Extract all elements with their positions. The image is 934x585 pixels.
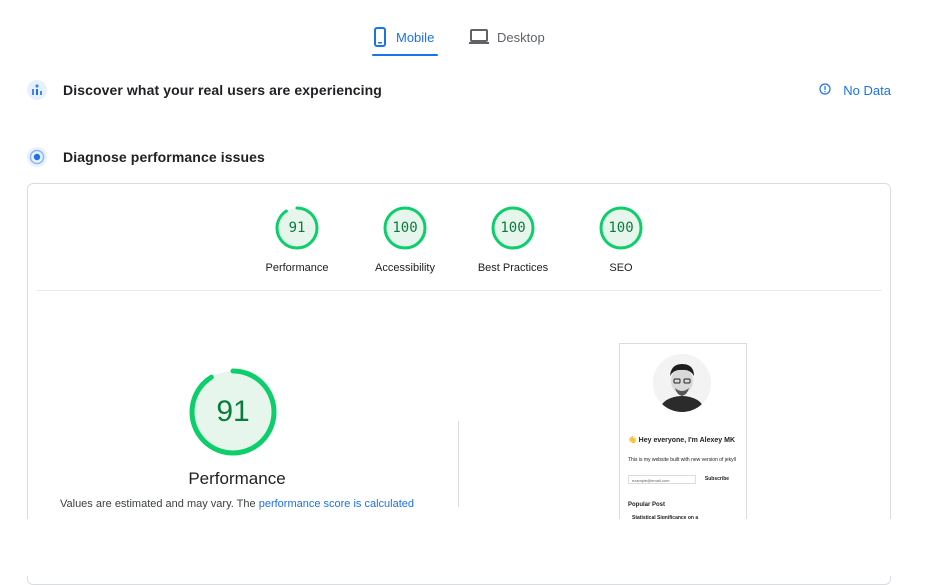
performance-big-score: 91 [216, 395, 250, 428]
preview-popular-heading: Popular Post [628, 502, 666, 508]
gauge-accessibility[interactable]: 100 Accessibility [360, 206, 450, 274]
seo-label: SEO [609, 262, 633, 274]
gauge-seo[interactable]: 100 SEO [576, 206, 666, 274]
gauges-divider [36, 290, 882, 291]
preview-heading: 👋 Hey everyone, I'm Alexey MK [628, 437, 735, 444]
target-icon [27, 147, 47, 167]
performance-ring: 91 [275, 206, 319, 250]
preview-email-input: example@email.com [628, 475, 696, 484]
gauge-best-practices[interactable]: 100 Best Practices [468, 206, 558, 274]
page-screenshot-preview: 👋 Hey everyone, I'm Alexey MK This is my… [619, 343, 747, 545]
preview-subscribe-button: Subscribe [704, 476, 730, 482]
tab-mobile[interactable]: Mobile [372, 18, 438, 56]
no-data-label: No Data [843, 83, 891, 98]
performance-score: 91 [288, 220, 306, 236]
info-icon [819, 83, 831, 98]
score-note: Values are estimated and may vary. The p… [28, 498, 446, 510]
diagnose-title: Diagnose performance issues [63, 149, 265, 165]
accessibility-score: 100 [392, 220, 418, 236]
no-data-link[interactable]: No Data [819, 83, 891, 98]
performance-big-label: Performance [188, 469, 286, 488]
tab-mobile-label: Mobile [396, 29, 435, 45]
phone-icon [372, 27, 388, 47]
tab-desktop[interactable]: Desktop [469, 18, 551, 56]
best-practices-label: Best Practices [477, 262, 549, 274]
vertical-separator [458, 421, 459, 507]
viewport-bottom [0, 519, 934, 576]
score-note-text: Values are estimated and may vary. The [59, 498, 259, 510]
diagnose-header: Diagnose performance issues [27, 147, 265, 167]
gauge-performance[interactable]: 91 Performance [252, 206, 342, 274]
seo-score: 100 [608, 220, 634, 236]
accessibility-ring: 100 [383, 206, 427, 250]
accessibility-label: Accessibility [375, 262, 435, 274]
preview-subtext: This is my website built with new versio… [628, 457, 736, 463]
users-chart-icon [27, 80, 47, 100]
laptop-icon [469, 29, 489, 45]
best-practices-ring: 100 [491, 206, 535, 250]
seo-ring: 100 [599, 206, 643, 250]
real-users-title: Discover what your real users are experi… [63, 82, 382, 98]
tab-desktop-label: Desktop [497, 29, 545, 45]
real-users-header: Discover what your real users are experi… [27, 80, 382, 100]
avatar [653, 354, 711, 412]
performance-big-gauge: 91 [188, 367, 278, 457]
score-calculated-link[interactable]: performance score is calculated [259, 498, 414, 510]
performance-label: Performance [265, 262, 329, 274]
best-practices-score: 100 [500, 220, 526, 236]
score-gauges: 91 Performance 100 Accessibility 100 Bes… [28, 206, 890, 276]
device-tabs: Mobile Desktop [0, 18, 934, 58]
